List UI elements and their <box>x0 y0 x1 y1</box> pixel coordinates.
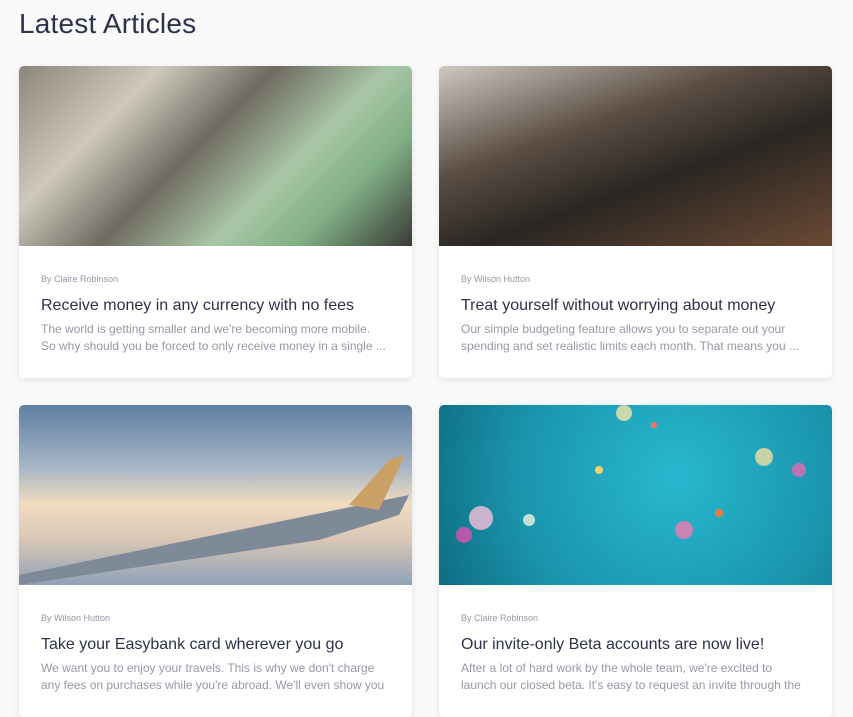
article-card[interactable]: By Wilson Hutton Treat yourself without … <box>439 66 832 378</box>
article-card[interactable]: By Claire Robinson Receive money in any … <box>19 66 412 378</box>
article-title[interactable]: Treat yourself without worrying about mo… <box>461 297 810 315</box>
article-excerpt: We want you to enjoy your travels. This … <box>41 661 385 692</box>
article-author: By Claire Robinson <box>41 274 119 284</box>
article-title[interactable]: Take your Easybank card wherever you go <box>41 636 390 654</box>
article-excerpt: Our simple budgeting feature allows you … <box>461 322 799 353</box>
money-bills-image <box>19 66 412 246</box>
airplane-wing-image <box>19 405 412 585</box>
article-author: By Wilson Hutton <box>461 274 531 284</box>
article-card[interactable]: By Claire Robinson Our invite-only Beta … <box>439 405 832 717</box>
restaurant-plate-image <box>439 66 832 246</box>
article-author: By Wilson Hutton <box>41 613 111 623</box>
article-author: By Claire Robinson <box>461 613 539 623</box>
article-excerpt: After a lot of hard work by the whole te… <box>461 661 801 692</box>
confetti-image <box>439 405 832 585</box>
article-title[interactable]: Receive money in any currency with no fe… <box>41 297 390 315</box>
page-title: Latest Articles <box>19 8 197 39</box>
article-excerpt: The world is getting smaller and we're b… <box>41 322 386 353</box>
article-title[interactable]: Our invite-only Beta accounts are now li… <box>461 636 810 654</box>
article-card[interactable]: By Wilson Hutton Take your Easybank card… <box>19 405 412 717</box>
